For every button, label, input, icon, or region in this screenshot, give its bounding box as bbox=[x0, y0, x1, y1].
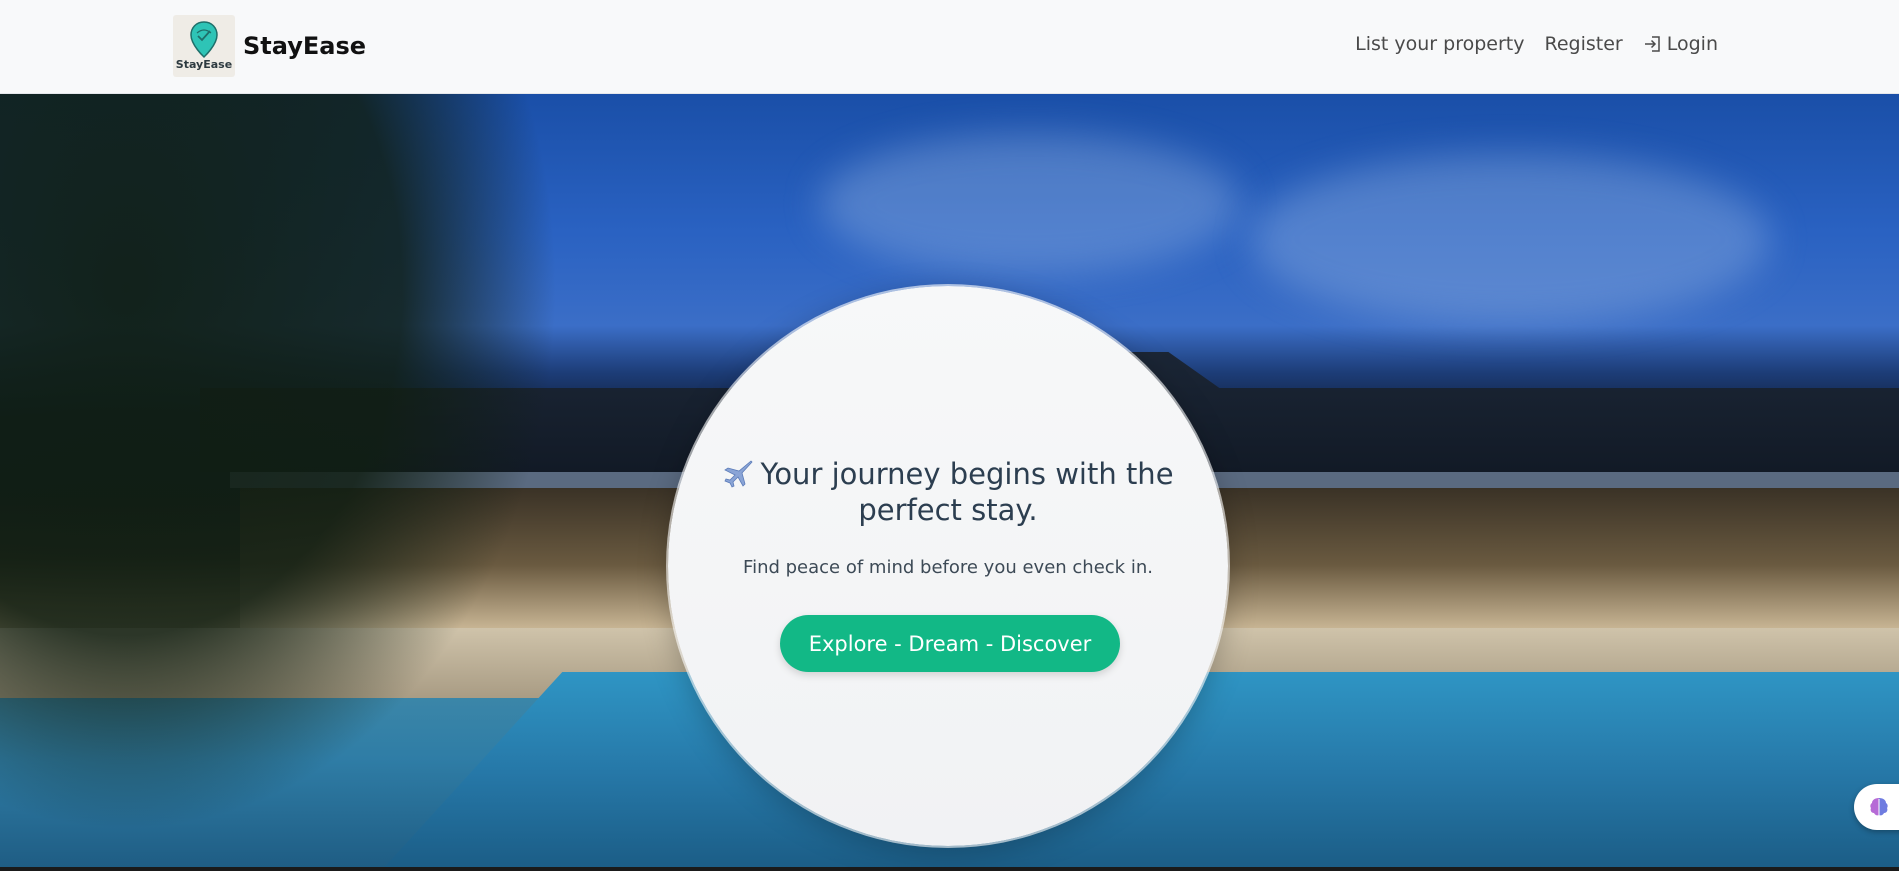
nav-links: List your property Register Login bbox=[1355, 33, 1718, 55]
brand-logo: StayEase bbox=[173, 15, 235, 77]
hero-subtext: Find peace of mind before you even check… bbox=[743, 557, 1153, 578]
explore-button[interactable]: Explore - Dream - Discover bbox=[780, 615, 1120, 672]
hero-headline-text: Your journey begins with the perfect sta… bbox=[760, 457, 1174, 527]
airplane-icon bbox=[724, 460, 754, 488]
tree-foliage bbox=[0, 94, 560, 834]
map-pin-icon bbox=[190, 21, 218, 59]
brand-link[interactable]: StayEase StayEase bbox=[173, 15, 366, 77]
nav-list-property-link[interactable]: List your property bbox=[1355, 33, 1524, 55]
logo-text: StayEase bbox=[175, 58, 233, 71]
login-icon bbox=[1644, 36, 1660, 52]
navbar: StayEase StayEase List your property Reg… bbox=[0, 0, 1899, 94]
floating-assistant-button[interactable] bbox=[1854, 784, 1899, 830]
brand-name: StayEase bbox=[243, 32, 367, 60]
bottom-edge-bar bbox=[0, 867, 1899, 871]
brain-icon bbox=[1870, 798, 1888, 816]
sky-cloud bbox=[1250, 154, 1770, 324]
nav-login-link[interactable]: Login bbox=[1643, 33, 1718, 55]
nav-register-link[interactable]: Register bbox=[1545, 33, 1623, 55]
sky-cloud bbox=[820, 134, 1240, 274]
hero-headline: Your journey begins with the perfect sta… bbox=[700, 456, 1196, 528]
login-label: Login bbox=[1666, 33, 1718, 55]
